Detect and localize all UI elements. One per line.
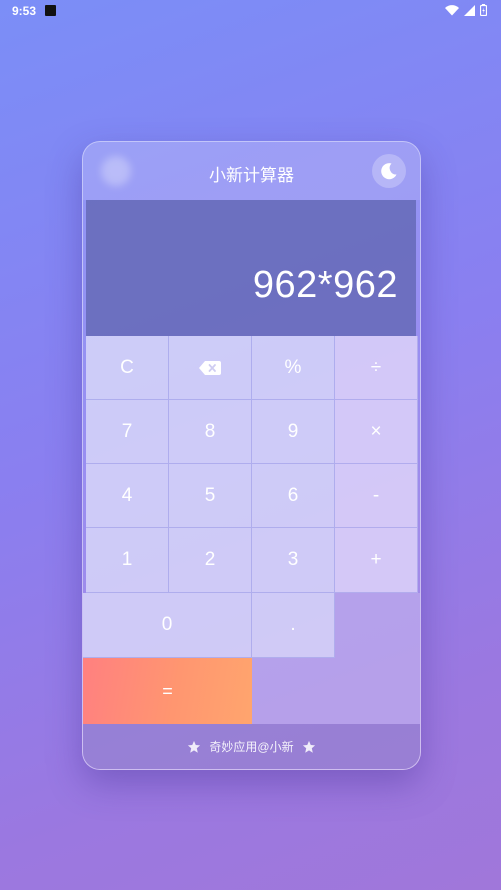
digit-1-button[interactable]: 1 <box>86 528 169 593</box>
digit-5-button[interactable]: 5 <box>169 464 252 528</box>
star-icon <box>302 740 315 753</box>
backspace-icon <box>199 360 221 375</box>
battery-icon <box>480 4 487 16</box>
wifi-icon <box>445 4 459 16</box>
percent-button[interactable]: % <box>252 336 335 400</box>
decimal-button[interactable]: . <box>252 593 335 658</box>
digit-3-button[interactable]: 3 <box>252 528 335 593</box>
signal-icon <box>464 4 475 16</box>
status-bar: 9:53 <box>0 0 501 22</box>
clear-button[interactable]: C <box>86 336 169 400</box>
calculator-header: 小新计算器 <box>83 142 420 200</box>
calculator-display: 962*962 <box>86 200 416 336</box>
calculator-card: 小新计算器 962*962 C % ÷ 7 8 9 × 4 5 6 - 1 2 … <box>82 141 421 770</box>
app-title: 小新计算器 <box>209 166 294 185</box>
empty-key-area <box>335 593 420 724</box>
digit-2-button[interactable]: 2 <box>169 528 252 593</box>
divide-button[interactable]: ÷ <box>335 336 418 400</box>
theme-toggle-button[interactable] <box>372 154 406 188</box>
digit-0-button[interactable]: 0 <box>83 593 252 658</box>
status-time: 9:53 <box>12 4 37 18</box>
digit-8-button[interactable]: 8 <box>169 400 252 464</box>
digit-7-button[interactable]: 7 <box>86 400 169 464</box>
star-icon <box>188 740 201 753</box>
backspace-button[interactable] <box>169 336 252 400</box>
moon-icon <box>381 163 397 180</box>
empty-key-area-2 <box>252 658 335 724</box>
plus-button[interactable]: + <box>335 528 418 593</box>
status-icons <box>445 4 487 16</box>
digit-4-button[interactable]: 4 <box>86 464 169 528</box>
minus-button[interactable]: - <box>335 464 418 528</box>
display-expression: 962*962 <box>252 264 398 306</box>
equals-button[interactable]: = <box>83 658 252 724</box>
notification-icon <box>45 5 56 16</box>
footer: 奇妙应用@小新 <box>83 724 420 769</box>
footer-text: 奇妙应用@小新 <box>209 740 294 754</box>
digit-9-button[interactable]: 9 <box>252 400 335 464</box>
multiply-button[interactable]: × <box>335 400 418 464</box>
digit-6-button[interactable]: 6 <box>252 464 335 528</box>
